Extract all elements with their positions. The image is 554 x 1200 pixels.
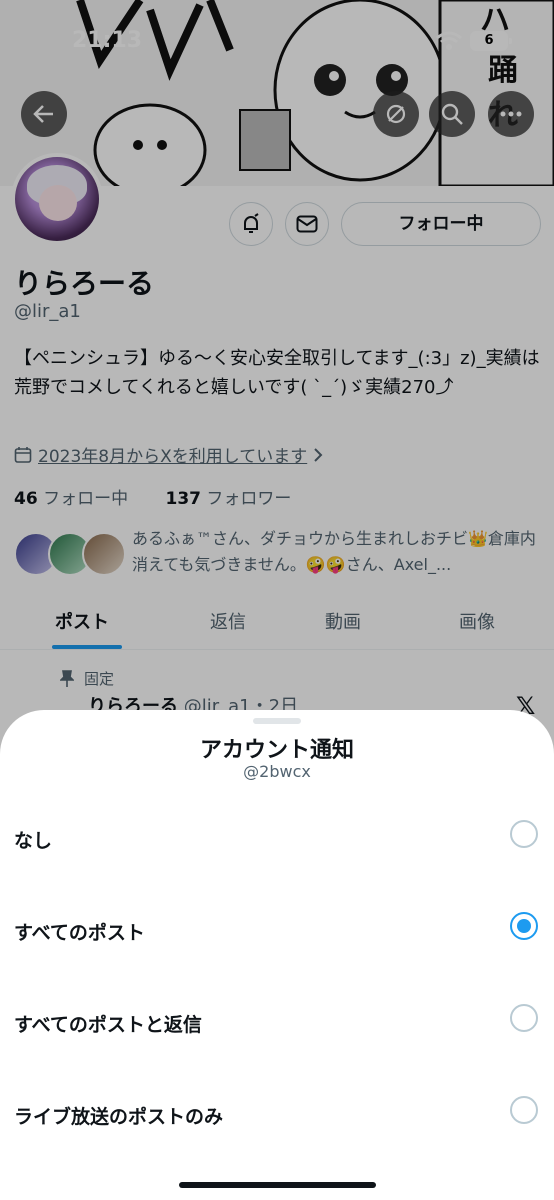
home-indicator[interactable]	[179, 1182, 376, 1188]
option-label: すべてのポストと返信	[14, 1014, 202, 1036]
account-notification-sheet: アカウント通知 @2bwcx なし すべてのポスト すべてのポストと返信 ライブ…	[0, 710, 554, 1200]
option-all-posts[interactable]: すべてのポスト	[0, 888, 554, 974]
option-none[interactable]: なし	[0, 796, 554, 882]
radio-button[interactable]	[510, 1004, 538, 1032]
radio-button[interactable]	[510, 1096, 538, 1124]
option-label: ライブ放送のポストのみ	[14, 1106, 224, 1128]
sheet-grabber[interactable]	[253, 718, 301, 724]
sheet-title: アカウント通知	[199, 738, 354, 763]
radio-button-selected[interactable]	[510, 912, 538, 940]
option-label: なし	[14, 830, 53, 852]
option-all-posts-and-replies[interactable]: すべてのポストと返信	[0, 980, 554, 1066]
option-live-only[interactable]: ライブ放送のポストのみ	[0, 1072, 554, 1158]
option-label: すべてのポスト	[14, 922, 145, 944]
sheet-subtitle: @2bwcx	[243, 762, 311, 781]
radio-button[interactable]	[510, 820, 538, 848]
